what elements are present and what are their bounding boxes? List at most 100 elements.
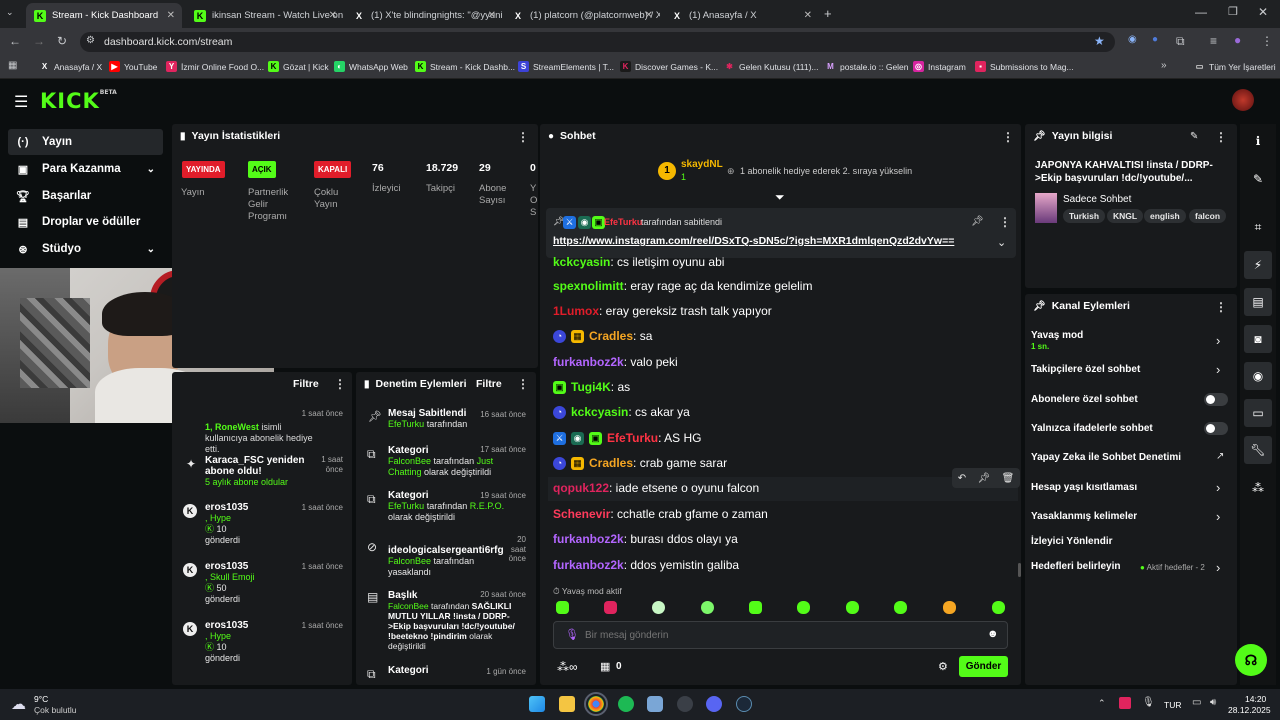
- network-icon[interactable]: ▭: [1192, 697, 1201, 708]
- broadcast-icon[interactable]: ◉: [1244, 362, 1272, 390]
- kick-logo[interactable]: KICKBETA: [40, 89, 117, 113]
- chat-username[interactable]: qopuk122: [553, 481, 609, 495]
- tag-turkish[interactable]: Turkish: [1063, 209, 1106, 223]
- chat-username[interactable]: furkanboz2k: [553, 355, 624, 369]
- chevron-right-icon[interactable]: ›: [1216, 480, 1220, 495]
- slow-mode-option[interactable]: Yavaş mod: [1031, 330, 1083, 341]
- emote-4-icon[interactable]: [701, 601, 714, 614]
- chat-message-input[interactable]: [585, 627, 965, 643]
- emote-3-icon[interactable]: [652, 601, 665, 614]
- category-thumbnail[interactable]: [1035, 193, 1057, 223]
- timeout-icon[interactable]: ↶: [958, 473, 966, 484]
- bookmark-kick[interactable]: K Gözat | Kick: [268, 61, 329, 72]
- activity-menu-icon[interactable]: ⋮: [334, 377, 346, 391]
- pinned-by-user[interactable]: EfeTurku: [604, 217, 642, 227]
- bookmark-star-icon[interactable]: ★: [1094, 34, 1105, 48]
- sidebar-item-basarilar[interactable]: 🏆︎ Başarılar: [8, 183, 163, 209]
- bookmark-submissions[interactable]: ▪ Submissions to Mag...: [975, 61, 1074, 72]
- chat-username[interactable]: furkanboz2k: [553, 532, 624, 546]
- tab-search-icon[interactable]: ⌄: [6, 7, 14, 18]
- bookmark-youtube[interactable]: ▶ YouTube: [109, 61, 157, 72]
- url-input[interactable]: dashboard.kick.com/stream: [80, 32, 1115, 52]
- chat-username[interactable]: 1Lumox: [553, 304, 599, 318]
- category-name[interactable]: Sadece Sohbet: [1063, 194, 1131, 205]
- layers-icon[interactable]: ▭: [1244, 399, 1272, 427]
- more-bookmarks-icon[interactable]: »: [1161, 60, 1167, 71]
- lightning-icon[interactable]: ⚡︎: [1244, 251, 1272, 279]
- chevron-down-icon[interactable]: ⌄: [997, 236, 1006, 249]
- goals-option[interactable]: Hedefleri belirleyin: [1031, 561, 1120, 572]
- browser-menu-icon[interactable]: ⋮: [1261, 34, 1273, 48]
- send-button[interactable]: Gönder: [959, 656, 1008, 677]
- keyboard-language[interactable]: TUR: [1164, 700, 1181, 710]
- chat-username[interactable]: kckcyasin: [553, 255, 610, 269]
- tray-expand-icon[interactable]: ⌃: [1098, 698, 1106, 709]
- close-tab-icon[interactable]: ✕: [488, 10, 496, 21]
- chat-menu-icon[interactable]: ⋮: [1002, 130, 1014, 144]
- info-icon[interactable]: ℹ: [1244, 127, 1272, 155]
- bookmark-x[interactable]: X Anasayfa / X: [39, 61, 102, 72]
- sidebar-item-studyo[interactable]: ⊛ Stüdyo ⌄: [8, 236, 163, 262]
- ai-moderation-option[interactable]: Yapay Zeka ile Sohbet Denetimi: [1031, 452, 1181, 463]
- chat-username[interactable]: EfeTurku: [607, 431, 658, 445]
- emote-9-icon[interactable]: [943, 601, 956, 614]
- bookmark-gelen-kutusu[interactable]: ✱ Gelen Kutusu (111)...: [724, 61, 818, 72]
- back-icon[interactable]: ←: [9, 34, 21, 48]
- users-icon[interactable]: ⁂: [1244, 474, 1272, 502]
- profile-avatar[interactable]: ●: [1234, 33, 1241, 47]
- tag-english[interactable]: english: [1144, 209, 1186, 223]
- tab-x-anasayfa[interactable]: X (1) Anasayfa / X ✕: [663, 3, 819, 28]
- sidebar-item-yayin[interactable]: (·) Yayın: [8, 129, 163, 155]
- sidebar-item-droplar[interactable]: ▤ Droplar ve ödüller: [8, 209, 163, 235]
- extension-audio-icon[interactable]: ◉: [1128, 34, 1137, 45]
- tab-kick-dashboard[interactable]: K Stream - Kick Dashboard ✕: [26, 3, 182, 28]
- emote-1-icon[interactable]: [556, 601, 569, 614]
- bookmark-whatsapp[interactable]: ◐ WhatsApp Web: [334, 61, 408, 72]
- chat-username[interactable]: Tugi4K: [571, 380, 611, 394]
- extensions-puzzle-icon[interactable]: ⧉: [1176, 34, 1185, 49]
- store-icon[interactable]: ▦: [600, 660, 610, 673]
- pinned-link[interactable]: https://www.instagram.com/reel/DSxTQ-sDN…: [553, 235, 954, 247]
- bookmark-streamelements[interactable]: S StreamElements | T...: [518, 61, 614, 72]
- new-tab-icon[interactable]: +: [824, 6, 832, 21]
- app-icon[interactable]: [647, 696, 663, 712]
- steam-icon[interactable]: [736, 696, 752, 712]
- chevron-right-icon[interactable]: ›: [1216, 362, 1220, 377]
- banned-words-option[interactable]: Yasaklanmış kelimeler: [1031, 511, 1137, 522]
- pin-message-icon[interactable]: 📌︎: [977, 473, 990, 484]
- volume-icon[interactable]: 🔊︎: [1210, 697, 1216, 708]
- tray-mic-icon[interactable]: 🎙︎: [1142, 697, 1155, 708]
- chat-username[interactable]: furkanboz2k: [553, 558, 624, 572]
- weather-cloud-icon[interactable]: ☁: [11, 695, 26, 713]
- emote-6-icon[interactable]: [797, 601, 810, 614]
- start-button-icon[interactable]: [529, 696, 545, 712]
- spotify-icon[interactable]: [618, 696, 634, 712]
- close-tab-icon[interactable]: ✕: [167, 10, 175, 21]
- emote-8-icon[interactable]: [894, 601, 907, 614]
- delete-icon[interactable]: 🗑︎: [1002, 473, 1015, 484]
- top-gifter-name[interactable]: skaydNL: [681, 159, 723, 170]
- wrench-icon[interactable]: 🔧︎: [1244, 436, 1272, 464]
- emote-7-icon[interactable]: [846, 601, 859, 614]
- restore-icon[interactable]: ❐: [1228, 5, 1238, 18]
- chat-username[interactable]: Schenevir: [553, 507, 610, 521]
- bookmark-discover-games[interactable]: K Discover Games - K...: [620, 61, 718, 72]
- app-icon-2[interactable]: [677, 696, 693, 712]
- chrome-icon[interactable]: [584, 692, 608, 716]
- reload-icon[interactable]: ↻: [57, 34, 67, 48]
- edit-pencil-icon[interactable]: ✎: [1190, 131, 1198, 142]
- microphone-icon[interactable]: 🎙︎: [565, 628, 579, 641]
- discord-icon[interactable]: [706, 696, 722, 712]
- tag-falcon[interactable]: falcon: [1189, 209, 1227, 223]
- activity-filter-button[interactable]: Filtre: [293, 378, 319, 390]
- stats-menu-icon[interactable]: ⋮: [517, 130, 529, 144]
- emote-5-icon[interactable]: [749, 601, 762, 614]
- chevron-right-icon[interactable]: ›: [1216, 333, 1220, 348]
- close-tab-icon[interactable]: ✕: [804, 10, 812, 21]
- emote-only-toggle[interactable]: [1204, 422, 1228, 435]
- account-age-option[interactable]: Hesap yaşı kısıtlaması: [1031, 482, 1137, 493]
- sidebar-item-para-kazanma[interactable]: ▣ Para Kazanma ⌄: [8, 156, 163, 182]
- forward-icon[interactable]: →: [33, 34, 45, 48]
- chevron-right-icon[interactable]: ›: [1216, 560, 1220, 575]
- stream-info-menu-icon[interactable]: ⋮: [1215, 130, 1227, 144]
